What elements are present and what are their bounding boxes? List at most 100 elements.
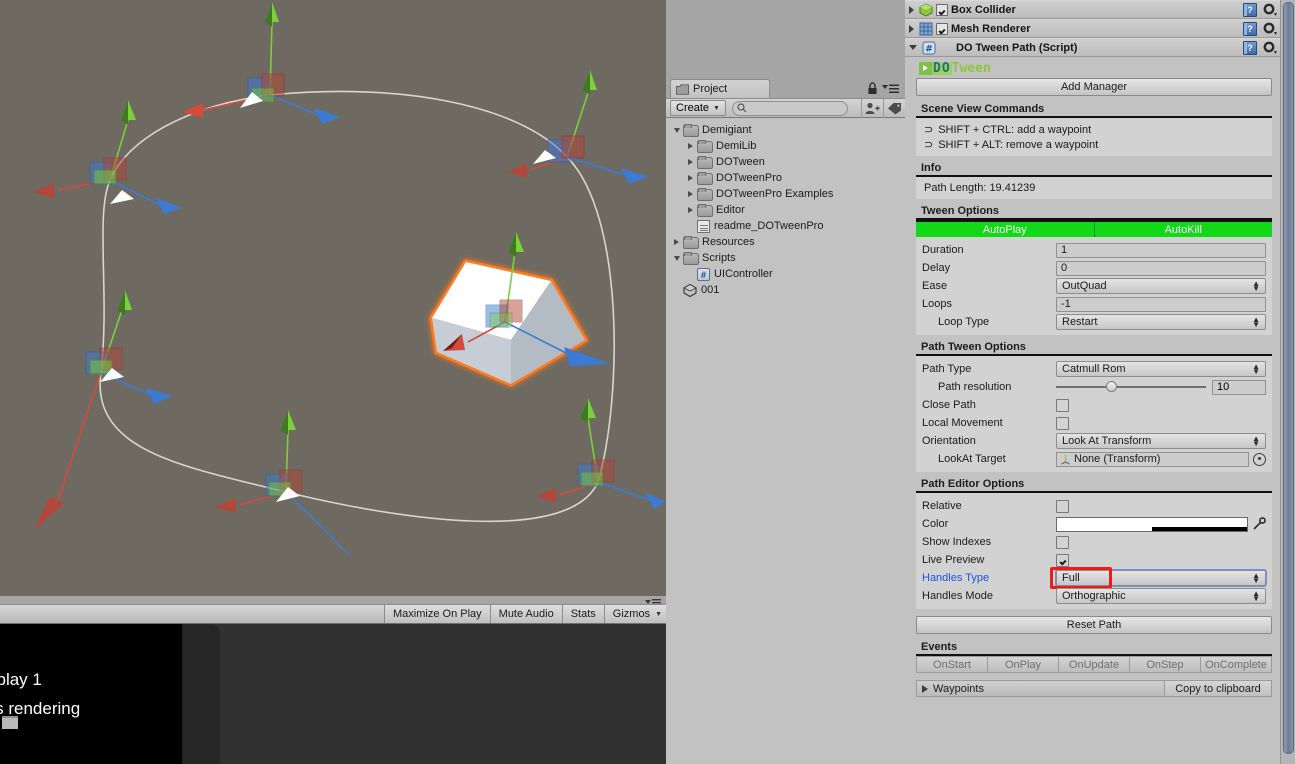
tree-twirl[interactable]	[684, 207, 697, 213]
project-tree-item[interactable]: readme_DOTweenPro	[666, 218, 905, 234]
show-indexes-checkbox[interactable]	[1056, 535, 1069, 549]
chevron-right-icon[interactable]	[688, 143, 693, 149]
create-button[interactable]: Create ▼	[670, 100, 726, 116]
chevron-down-icon[interactable]	[673, 255, 680, 261]
scene-view[interactable]	[0, 0, 666, 596]
slider-knob[interactable]	[1105, 381, 1117, 392]
chevron-down-icon[interactable]: ▼	[655, 611, 662, 618]
copy-to-clipboard-button[interactable]: Copy to clipboard	[1165, 680, 1272, 697]
tab-onstep[interactable]: OnStep	[1130, 656, 1201, 673]
project-tree-item[interactable]: DOTweenPro	[666, 170, 905, 186]
lock-icon[interactable]	[867, 82, 878, 95]
component-header-mesh-renderer[interactable]: Mesh Renderer ?	[905, 19, 1283, 38]
project-tree-item[interactable]: Resources	[666, 234, 905, 250]
inspector-scrollbar[interactable]	[1280, 0, 1295, 764]
tree-twirl[interactable]	[670, 127, 683, 133]
lookat-target-object-field[interactable]: None (Transform)	[1056, 451, 1249, 467]
tree-twirl[interactable]	[670, 255, 683, 261]
gizmos-button[interactable]: Gizmos ▼	[603, 605, 666, 623]
add-manager-button[interactable]: Add Manager	[916, 78, 1272, 96]
tab-onstart[interactable]: OnStart	[916, 656, 988, 673]
project-favorites-button[interactable]	[861, 98, 883, 118]
relative-checkbox[interactable]	[1056, 499, 1069, 513]
handles-mode-value: Orthographic	[1062, 590, 1126, 602]
tab-onupdate[interactable]: OnUpdate	[1059, 656, 1130, 673]
eyedropper-icon[interactable]	[1252, 517, 1266, 531]
tab-project[interactable]: Project	[670, 79, 770, 98]
autoplay-toggle[interactable]: AutoPlay	[916, 222, 1095, 237]
unity-editor-window: Maximize On Play Mute Audio Stats Gizmos…	[0, 0, 1295, 764]
gear-icon[interactable]	[1263, 41, 1277, 55]
loop-type-label: Loop Type	[938, 316, 990, 328]
search-field[interactable]	[731, 100, 848, 116]
project-asset-tree[interactable]: Demigiant DemiLib DOTween DOTweenPro DOTween…	[666, 118, 905, 764]
search-input[interactable]	[749, 102, 840, 114]
component-header-dotween-path[interactable]: # DO Tween Path (Script) ?	[905, 38, 1283, 57]
project-tree-item[interactable]: Scripts	[666, 250, 905, 266]
loop-arrow-icon: ⊃	[924, 139, 934, 151]
project-labels-button[interactable]	[883, 98, 905, 118]
live-preview-checkbox[interactable]	[1056, 553, 1069, 567]
tab-onplay[interactable]: OnPlay	[988, 656, 1059, 673]
gear-icon[interactable]	[1263, 3, 1277, 17]
project-tree-item[interactable]: Demigiant	[666, 122, 905, 138]
path-resolution-slider[interactable]	[1056, 381, 1206, 392]
autokill-toggle[interactable]: AutoKill	[1094, 222, 1272, 237]
handles-mode-dropdown[interactable]: Orthographic ▲ ▼	[1056, 588, 1266, 604]
color-swatch[interactable]	[1056, 516, 1248, 532]
path-type-dropdown[interactable]: Catmull Rom ▲ ▼	[1056, 361, 1266, 377]
game-view[interactable]	[0, 624, 666, 764]
mute-audio-button[interactable]: Mute Audio	[489, 605, 562, 623]
box-collider-enabled-checkbox[interactable]	[936, 3, 948, 16]
close-path-checkbox[interactable]	[1056, 398, 1069, 412]
component-header-box-collider[interactable]: Box Collider ?	[905, 0, 1283, 19]
chevron-right-icon[interactable]	[909, 5, 914, 14]
chevron-down-icon[interactable]	[909, 45, 917, 50]
loop-type-dropdown[interactable]: Restart ▲ ▼	[1056, 314, 1266, 330]
chevron-right-icon[interactable]	[688, 175, 693, 181]
waypoints-foldout[interactable]: Waypoints	[916, 680, 1165, 697]
project-tree-item[interactable]: DOTweenPro Examples	[666, 186, 905, 202]
dotween-logo[interactable]: DO Tween	[919, 61, 1277, 75]
duration-input[interactable]: 1	[1056, 242, 1266, 258]
tree-twirl[interactable]	[684, 191, 697, 197]
object-picker-icon[interactable]	[1253, 452, 1266, 466]
chevron-right-icon[interactable]	[909, 24, 914, 33]
project-tree-item[interactable]: DOTween	[666, 154, 905, 170]
help-icon[interactable]: ?	[1243, 40, 1257, 55]
panel-menu-icon[interactable]	[882, 84, 900, 94]
ease-dropdown[interactable]: OutQuad ▲ ▼	[1056, 278, 1266, 294]
stats-button[interactable]: Stats	[561, 605, 604, 623]
handles-type-dropdown[interactable]: Full ▲ ▼	[1056, 570, 1266, 586]
help-icon[interactable]: ?	[1243, 21, 1257, 36]
orientation-dropdown[interactable]: Look At Transform ▲ ▼	[1056, 433, 1266, 449]
loops-input[interactable]: -1	[1056, 296, 1266, 312]
person-add-icon	[865, 102, 880, 114]
path-resolution-input[interactable]: 10	[1212, 379, 1266, 395]
local-movement-checkbox[interactable]	[1056, 416, 1069, 430]
tree-twirl[interactable]	[684, 159, 697, 165]
delay-input[interactable]: 0	[1056, 260, 1266, 276]
project-tree-item[interactable]: # UIController	[666, 266, 905, 282]
project-tree-item[interactable]: 001	[666, 282, 905, 298]
chevron-right-icon[interactable]	[688, 159, 693, 165]
dotween-logo-arrow-icon[interactable]	[919, 61, 932, 75]
chevron-right-icon[interactable]	[674, 239, 679, 245]
chevron-right-icon[interactable]	[688, 191, 693, 197]
inspector-scrollbar-thumb[interactable]	[1283, 2, 1294, 754]
project-tree-item[interactable]: DemiLib	[666, 138, 905, 154]
tree-twirl[interactable]	[670, 239, 683, 245]
scene-canvas[interactable]	[0, 0, 666, 596]
tree-twirl[interactable]	[684, 175, 697, 181]
help-icon[interactable]: ?	[1243, 2, 1257, 17]
tab-oncomplete[interactable]: OnComplete	[1201, 656, 1272, 673]
mesh-renderer-enabled-checkbox[interactable]	[936, 22, 948, 35]
maximize-on-play-button[interactable]: Maximize On Play	[384, 605, 490, 623]
tree-twirl[interactable]	[684, 143, 697, 149]
handles-type-label[interactable]: Handles Type	[922, 572, 1056, 584]
gear-icon[interactable]	[1263, 22, 1277, 36]
chevron-right-icon[interactable]	[688, 207, 693, 213]
chevron-down-icon[interactable]	[673, 127, 680, 133]
reset-path-button[interactable]: Reset Path	[916, 616, 1272, 634]
project-tree-item[interactable]: Editor	[666, 202, 905, 218]
